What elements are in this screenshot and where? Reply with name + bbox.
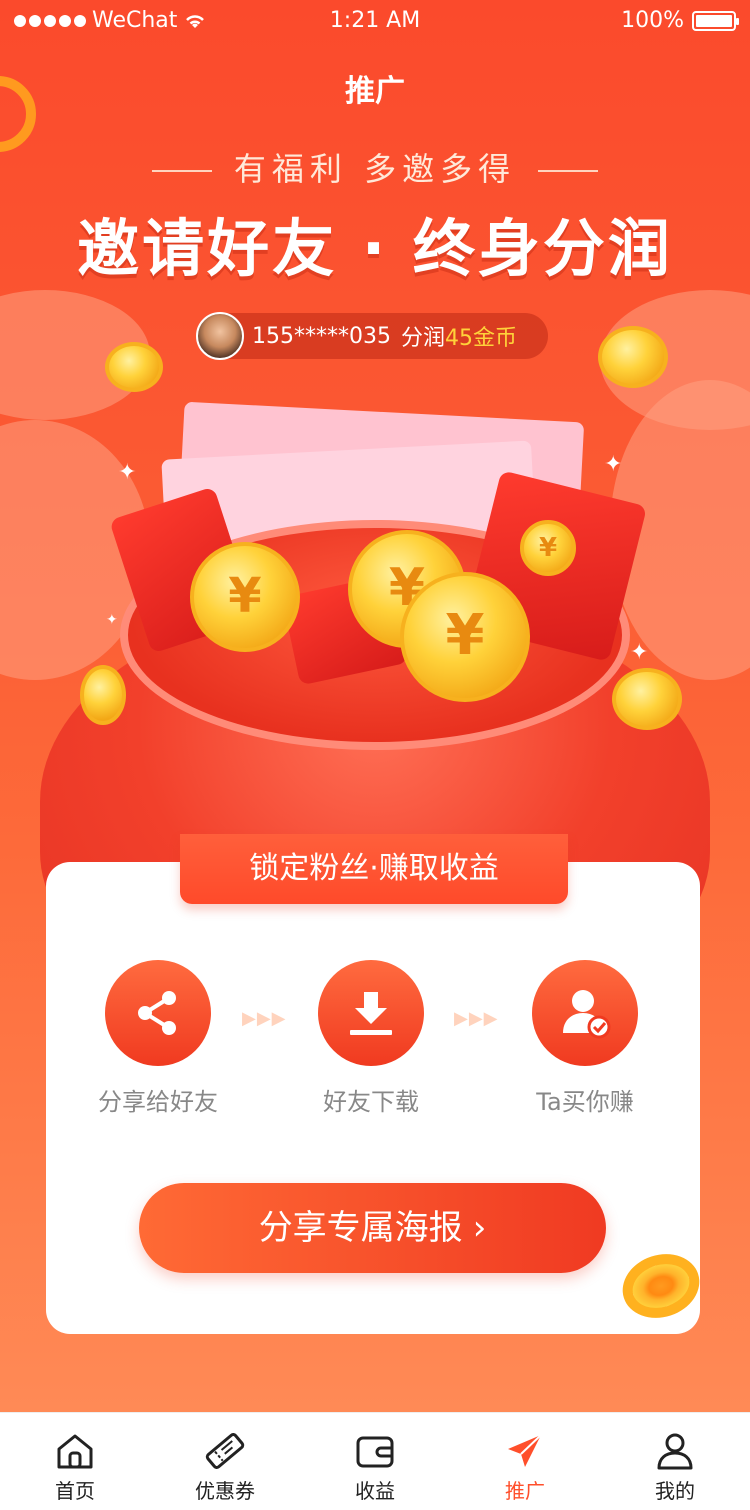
ticket-icon (205, 1433, 245, 1469)
card-banner: 锁定粉丝·赚取收益 (180, 834, 568, 904)
page-title: 推广 (345, 74, 405, 109)
tab-label: 收益 (355, 1479, 395, 1503)
step-download: 好友下载 (291, 960, 451, 1117)
send-icon (508, 1434, 542, 1467)
download-icon (350, 992, 392, 1035)
tab-label: 优惠券 (195, 1479, 255, 1503)
tab-promotion[interactable]: 推广 (450, 1413, 600, 1510)
arrow-connector: ▶▶▶ (242, 1008, 287, 1029)
wallet-icon (356, 1436, 394, 1468)
ticker-amount: 45金币 (445, 326, 517, 351)
step-earn: Ta买你赚 (505, 960, 665, 1117)
coin-illustration (105, 342, 163, 392)
coin-illustration (80, 665, 126, 725)
hero-headline: 邀请好友 · 终身分润 (77, 212, 673, 285)
tab-earnings[interactable]: 收益 (300, 1413, 450, 1510)
arrow-connector: ▶▶▶ (454, 1008, 499, 1029)
step-label: 分享给好友 (98, 1088, 218, 1116)
coin-illustration: ¥ (190, 542, 300, 652)
user-check-icon (563, 990, 611, 1039)
battery-percent: 100% (621, 8, 684, 33)
sparkle-icon: ✦ (630, 640, 649, 665)
promotion-page: WeChat 1:21 AM 100% 推广 有福利 多邀多得 邀请好友 · 终… (0, 0, 750, 1412)
tab-label: 推广 (505, 1479, 545, 1503)
share-poster-button[interactable]: 分享专属海报 › (139, 1183, 606, 1273)
bottom-tab-bar: 首页 优惠券 收益 推广 我的 (0, 1412, 750, 1510)
tab-label: 我的 (655, 1479, 695, 1503)
tab-home[interactable]: 首页 (0, 1413, 150, 1510)
coin-illustration: ¥ (520, 520, 576, 576)
step-share: 分享给好友 (78, 960, 238, 1117)
coin-illustration (598, 326, 668, 388)
share-poster-label: 分享专属海报 (258, 1208, 463, 1248)
hero-subtitle: 有福利 多邀多得 (0, 144, 750, 190)
divider-line (538, 170, 599, 172)
coin-illustration: ¥ (400, 572, 530, 702)
avatar (196, 312, 244, 360)
battery-icon (692, 10, 739, 31)
divider-line (151, 170, 212, 172)
sparkle-icon: ✦ (604, 452, 623, 477)
chevron-right-icon: › (472, 1208, 487, 1248)
user-icon (657, 1433, 693, 1470)
tab-coupons[interactable]: 优惠券 (150, 1413, 300, 1510)
ticker-text: 分润 (400, 326, 445, 351)
sparkle-icon: ✦ (106, 612, 118, 628)
share-icon (138, 991, 176, 1035)
ticker-phone: 155*****035 (252, 323, 391, 349)
home-icon (57, 1434, 93, 1469)
earnings-ticker: 155*****035 分润 45金币 (196, 312, 548, 360)
step-label: Ta买你赚 (536, 1088, 634, 1116)
tab-profile[interactable]: 我的 (600, 1413, 750, 1510)
tab-label: 首页 (55, 1479, 95, 1503)
status-bar: WeChat 1:21 AM 100% (0, 0, 750, 44)
coin-illustration (612, 668, 682, 730)
sparkle-icon: ✦ (118, 460, 137, 485)
step-label: 好友下载 (323, 1088, 419, 1116)
